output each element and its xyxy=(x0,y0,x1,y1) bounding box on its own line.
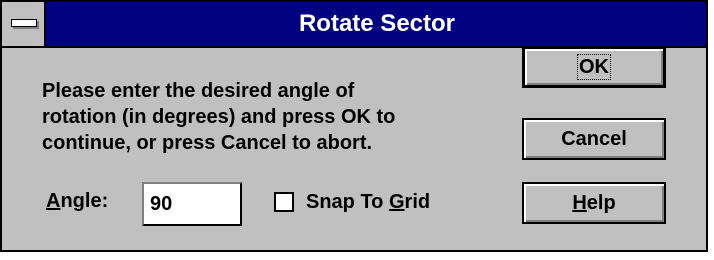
snap-to-grid-checkbox[interactable] xyxy=(274,192,294,212)
title-bar[interactable]: Rotate Sector xyxy=(2,2,706,48)
dialog-title: Rotate Sector xyxy=(298,10,456,37)
help-button-label: elp xyxy=(586,192,616,214)
help-button-mnemonic: H xyxy=(572,192,587,214)
angle-label: Angle: xyxy=(46,190,108,213)
snap-label-rest: rid xyxy=(404,190,431,213)
ok-button-label: OK xyxy=(577,54,611,80)
angle-input[interactable] xyxy=(142,182,242,226)
snap-to-grid-label[interactable]: Snap To Grid xyxy=(306,191,430,214)
system-menu-button[interactable] xyxy=(2,2,46,46)
instruction-line-1: Please enter the desired angle of xyxy=(42,80,355,102)
cancel-button[interactable]: Cancel xyxy=(522,118,666,160)
angle-label-text: ngle: xyxy=(60,190,109,212)
instruction-message: Please enter the desired angle of rotati… xyxy=(42,78,482,156)
instruction-line-2: rotation (in degrees) and press OK to xyxy=(42,106,396,128)
snap-label-mnemonic: G xyxy=(388,190,405,213)
angle-label-mnemonic: A xyxy=(46,190,61,212)
ok-button[interactable]: OK xyxy=(522,46,666,88)
instruction-line-3: continue, or press Cancel to abort. xyxy=(42,132,373,154)
snap-to-grid-option[interactable]: Snap To Grid xyxy=(274,188,430,216)
rotate-sector-dialog: Rotate Sector Please enter the desired a… xyxy=(0,0,708,252)
system-menu-icon xyxy=(11,19,37,27)
help-button[interactable]: Help xyxy=(522,182,666,224)
snap-label-prefix: Snap To xyxy=(306,190,389,213)
